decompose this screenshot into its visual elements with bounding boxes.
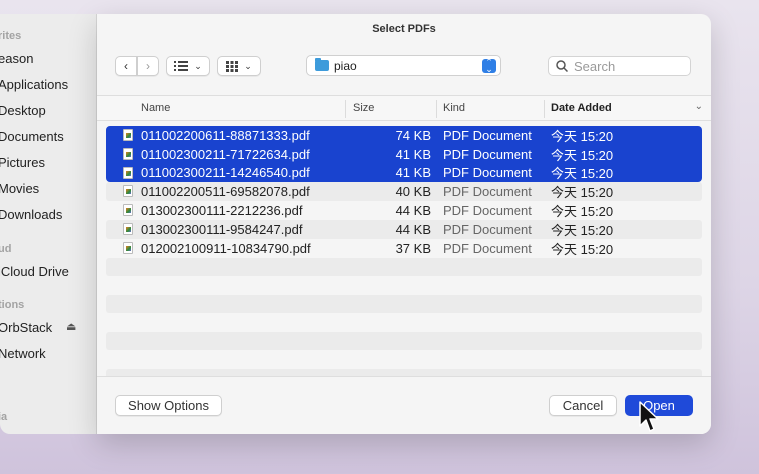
file-kind: PDF Document [443, 127, 532, 143]
file-size: 41 KB [395, 146, 431, 162]
folder-location-popup[interactable]: piao ⌃ ⌄ [306, 55, 501, 76]
column-kind[interactable]: Kind [443, 102, 465, 114]
pdf-file-icon [123, 185, 133, 198]
sidebar-section-locations: tions [0, 299, 25, 311]
file-name: 013002300111-9584247.pdf [141, 221, 303, 237]
column-divider[interactable] [544, 100, 545, 118]
search-field[interactable]: Search [548, 56, 691, 76]
file-kind: PDF Document [443, 184, 532, 200]
file-date: 今天 15:20 [551, 241, 614, 257]
sidebar-item-desktop[interactable]: Desktop [0, 103, 46, 118]
file-name: 013002300111-2212236.pdf [141, 203, 303, 219]
sidebar-item-network[interactable]: Network [0, 346, 46, 361]
sort-chevron-icon[interactable]: ⌄ [695, 101, 703, 112]
file-name: 012002100911-10834790.pdf [141, 240, 311, 256]
folder-icon [315, 58, 329, 71]
search-icon [556, 60, 568, 72]
sidebar-item-downloads[interactable]: Downloads [0, 207, 62, 222]
column-header: Name Size Kind Date Added ⌄ [97, 95, 711, 121]
file-kind: PDF Document [443, 165, 532, 181]
file-kind: PDF Document [443, 221, 532, 237]
pdf-file-icon [123, 166, 133, 179]
chevron-left-icon: ‹ [124, 59, 128, 73]
chevron-down-icon: ⌄ [244, 60, 252, 71]
current-folder-name: piao [334, 58, 357, 73]
file-kind: PDF Document [443, 146, 532, 162]
file-name: 011002300211-71722634.pdf [141, 146, 310, 162]
list-view-icon [174, 61, 189, 71]
empty-row-stripe [106, 332, 702, 350]
icon-view-button[interactable]: ⌄ [217, 56, 261, 76]
file-size: 44 KB [395, 203, 431, 219]
file-row[interactable]: 013002300111-2212236.pdf 44 KB PDF Docum… [106, 201, 702, 220]
sidebar-item-documents[interactable]: Documents [0, 129, 64, 144]
file-row[interactable]: 012002100911-10834790.pdf 37 KB PDF Docu… [106, 239, 702, 258]
empty-row-stripe [106, 295, 702, 313]
sidebar-item-icloud-drive[interactable]: iCloud Drive [0, 264, 69, 279]
file-row[interactable]: 011002300211-14246540.pdf 41 KB PDF Docu… [106, 163, 702, 183]
file-name: 011002200511-69582078.pdf [141, 184, 310, 200]
pdf-file-icon [123, 129, 133, 141]
mouse-pointer-icon [639, 401, 659, 432]
eject-icon[interactable]: ⏏ [66, 320, 76, 333]
column-divider[interactable] [436, 100, 437, 118]
file-date: 今天 15:20 [551, 128, 614, 144]
file-row[interactable]: 011002200611-88871333.pdf 74 KB PDF Docu… [106, 126, 702, 145]
file-size: 41 KB [395, 165, 431, 181]
file-kind: PDF Document [443, 203, 532, 219]
pdf-file-icon [123, 147, 133, 160]
cancel-button[interactable]: Cancel [549, 395, 617, 416]
chevron-right-icon: › [146, 59, 150, 73]
back-button[interactable]: ‹ [115, 56, 137, 76]
column-name[interactable]: Name [141, 102, 170, 114]
sidebar-item-season[interactable]: eason [0, 51, 33, 66]
open-button[interactable]: Open [625, 395, 693, 416]
file-dialog: Select PDFs ‹ › ⌄ ⌄ piao ⌃ ⌄ Search Name… [97, 14, 711, 434]
file-date: 今天 15:20 [551, 222, 614, 238]
file-date: 今天 15:20 [551, 204, 614, 220]
pdf-file-icon [123, 223, 133, 235]
file-size: 40 KB [395, 184, 431, 200]
updown-chevron-icon: ⌃ ⌄ [482, 58, 496, 74]
file-name: 011002200611-88871333.pdf [141, 127, 310, 143]
forward-button[interactable]: › [137, 56, 159, 76]
search-placeholder: Search [574, 58, 616, 74]
file-kind: PDF Document [443, 240, 532, 256]
pdf-file-icon [123, 204, 133, 217]
sidebar-section-media: ia [0, 411, 8, 423]
file-row[interactable]: 011002300211-71722634.pdf 41 KB PDF Docu… [106, 144, 702, 164]
sidebar-item-orbstack[interactable]: OrbStack [0, 320, 52, 335]
grid-view-icon [226, 60, 239, 72]
dialog-title: Select PDFs [372, 23, 436, 35]
column-divider[interactable] [345, 100, 346, 118]
file-date: 今天 15:20 [551, 185, 614, 201]
sidebar-section-favorites: rites [0, 30, 22, 42]
file-row[interactable]: 013002300111-9584247.pdf 44 KB PDF Docum… [106, 220, 702, 239]
file-date: 今天 15:20 [551, 166, 614, 182]
pdf-file-icon [123, 241, 133, 254]
chevron-down-icon: ⌄ [194, 60, 202, 71]
column-size[interactable]: Size [353, 102, 374, 114]
sidebar: rites eason Applications Desktop Documen… [0, 14, 97, 434]
sidebar-item-movies[interactable]: Movies [0, 181, 39, 196]
sidebar-section-icloud: ud [0, 243, 12, 255]
sidebar-item-applications[interactable]: Applications [0, 77, 68, 92]
empty-row-stripe [106, 258, 702, 276]
file-row[interactable]: 011002200511-69582078.pdf 40 KB PDF Docu… [106, 182, 702, 202]
column-date-added[interactable]: Date Added [551, 102, 612, 114]
show-options-button[interactable]: Show Options [115, 395, 222, 416]
file-date: 今天 15:20 [551, 147, 614, 163]
file-name: 011002300211-14246540.pdf [141, 165, 310, 181]
file-size: 74 KB [395, 127, 431, 143]
file-size: 37 KB [395, 240, 431, 256]
list-view-button[interactable]: ⌄ [166, 56, 210, 76]
file-size: 44 KB [395, 221, 431, 237]
sidebar-item-pictures[interactable]: Pictures [0, 155, 45, 170]
